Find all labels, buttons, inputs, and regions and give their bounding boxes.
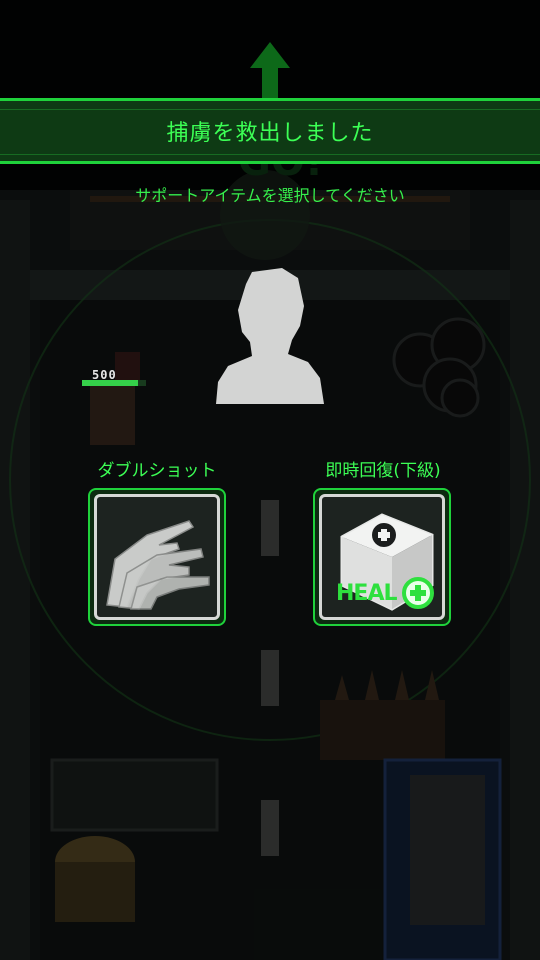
item-label-double-shot: ダブルショット [97, 461, 217, 481]
enemy-hp-bar: 500 [82, 368, 146, 386]
rescue-banner: 捕虜を救出しました [0, 98, 540, 164]
enemy-hp-value: 500 [92, 368, 117, 382]
heal-badge-text: HEAL [336, 581, 397, 606]
rescued-hostage-silhouette-icon [216, 268, 324, 404]
item-instant-heal-button[interactable]: HEAL [313, 488, 451, 626]
item-card [94, 494, 220, 620]
instruction-text: サポートアイテムを選択してください [135, 186, 405, 205]
item-card: HEAL [319, 494, 445, 620]
banner-title: 捕虜を救出しました [166, 121, 374, 146]
double-pistol-icon [106, 520, 210, 610]
game-screen: GO! 500 捕虜を救出しました サポートアイテムを選択してください ダブルシ… [0, 0, 540, 960]
item-double-shot-button[interactable] [88, 488, 226, 626]
item-label-instant-heal: 即時回復(下級) [325, 461, 441, 481]
